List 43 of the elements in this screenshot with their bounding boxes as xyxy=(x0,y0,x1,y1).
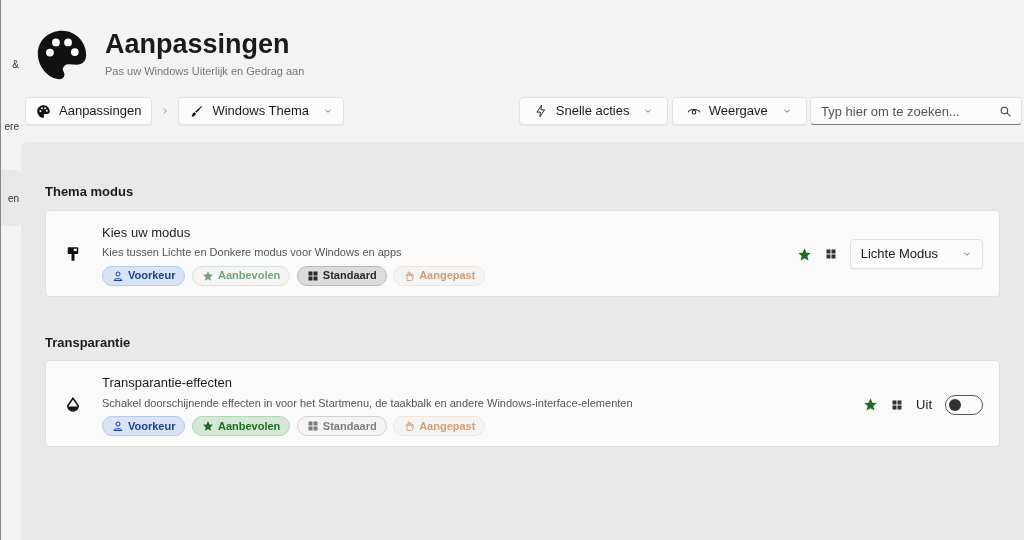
tag-chip: Standaard xyxy=(296,265,387,286)
toggle-label: Uit xyxy=(916,395,932,414)
setting-description: Schakel doorschijnende effecten in voor het Startmenu, de taakbalk en andere Windows-interface-elementen xyxy=(102,395,634,411)
search-field[interactable]: Typ hier om te zoeken... xyxy=(810,97,1022,125)
dropdown-button[interactable]: Snelle acties xyxy=(518,97,669,125)
star-icon xyxy=(796,246,812,262)
grid-icon xyxy=(891,398,904,411)
hand-icon xyxy=(403,420,416,432)
grid-icon xyxy=(306,420,319,432)
lightning-icon xyxy=(533,104,548,118)
tag-chip: Voorkeur xyxy=(102,265,186,286)
tag-chip: Standaard xyxy=(296,416,387,436)
mode-dropdown[interactable]: Lichte Modus xyxy=(849,239,983,269)
setting-title: Kies uw modus xyxy=(102,223,192,242)
dropdown-button[interactable]: Weergave xyxy=(671,97,807,125)
hand-icon xyxy=(403,269,416,282)
grid-icon xyxy=(824,248,837,260)
sidebar-item[interactable]: ere xyxy=(1,118,21,134)
tag-chip: Aanbevolen xyxy=(192,416,291,436)
palette-icon xyxy=(36,103,51,119)
sidebar-item[interactable]: & xyxy=(1,56,21,72)
tag-chip: Aangepast xyxy=(393,265,486,286)
star-icon xyxy=(202,269,214,282)
star-icon xyxy=(202,420,214,432)
page-title: Aanpassingen xyxy=(105,30,291,60)
tag-chip: Voorkeur xyxy=(102,416,186,436)
search-icon xyxy=(999,105,1012,118)
person-icon xyxy=(112,269,124,282)
breadcrumb-button[interactable]: Windows Thema xyxy=(178,97,344,125)
setting-title: Transparantie-effecten xyxy=(102,374,234,392)
breadcrumb-button[interactable]: Aanpassingen xyxy=(25,97,153,125)
brush-icon xyxy=(189,103,205,119)
page-subtitle: Pas uw Windows Uiterlijk en Gedrag aan xyxy=(105,64,305,80)
drop-icon xyxy=(64,395,82,414)
grid-icon xyxy=(306,269,319,282)
tag-chip: Aanbevolen xyxy=(192,265,291,286)
setting-description: Kies tussen Lichte en Donkere modus voor Windows en apps xyxy=(102,245,403,260)
star-icon xyxy=(863,397,879,412)
person-icon xyxy=(112,420,124,432)
section-heading: Thema modus xyxy=(45,183,135,201)
section-heading: Transparantie xyxy=(45,333,132,352)
sidebar-item[interactable]: en xyxy=(1,170,21,226)
tag-chip: Aangepast xyxy=(393,416,486,436)
